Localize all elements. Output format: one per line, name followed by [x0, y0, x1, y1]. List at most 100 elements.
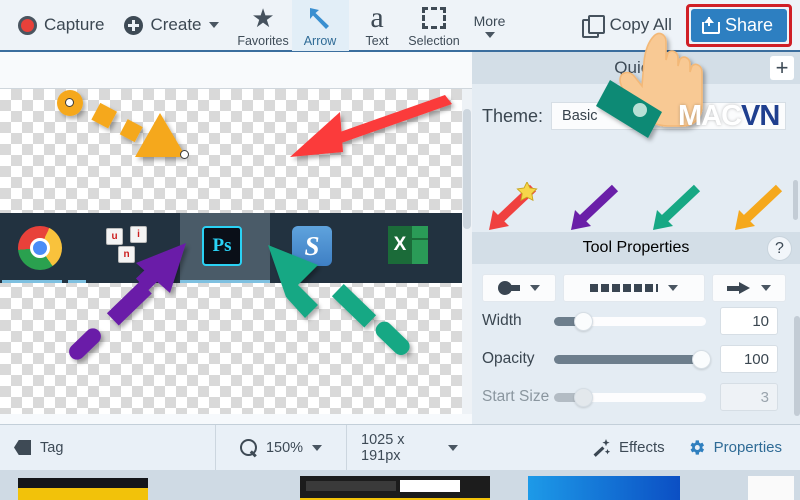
dock-icon-photoshop: Ps [202, 226, 246, 270]
zoom-control[interactable]: 150% [216, 425, 346, 471]
more-label: More [473, 12, 506, 29]
share-button[interactable]: Share [690, 8, 787, 42]
tool-tab-text[interactable]: a Text [349, 0, 406, 51]
more-tools-button[interactable]: More [463, 0, 517, 51]
editing-canvas[interactable]: u i n Ps S X [0, 52, 472, 424]
effects-label: Effects [619, 439, 665, 456]
ad-text-block [306, 481, 396, 491]
panel-bottom-bar: Effects Properties [472, 424, 800, 470]
opacity-value-input[interactable]: 100 [720, 345, 778, 373]
unikey-key-n: n [118, 246, 135, 263]
share-label: Share [724, 14, 773, 35]
end-cap-dropdown[interactable] [712, 274, 786, 302]
quick-panel-title: Quick [614, 58, 658, 77]
search-icon [239, 439, 257, 456]
star-icon: ★ [251, 3, 275, 33]
width-slider-track[interactable] [554, 311, 706, 331]
dashed-selection-icon [422, 3, 447, 33]
quick-style-purple-arrow[interactable] [554, 182, 636, 232]
main-toolbar: Capture Create ★ Favorites Arrow a Text … [0, 0, 800, 52]
tool-tab-text-label: Text [365, 34, 389, 48]
share-highlight-box: Share [685, 3, 792, 47]
help-button[interactable]: ? [767, 236, 792, 261]
dock-icon-chrome [18, 226, 62, 270]
quick-style-orange-arrow[interactable] [718, 182, 800, 232]
quick-style-teal-arrow[interactable] [636, 182, 718, 232]
dash-style-dropdown[interactable] [563, 274, 705, 302]
start-size-slider-knob[interactable] [574, 387, 593, 407]
tool-properties-scrollbar[interactable] [794, 316, 800, 416]
tool-tab-arrow-label: Arrow [303, 34, 337, 48]
arrow-head-icon [727, 282, 751, 294]
add-quick-style-button[interactable]: + [770, 56, 794, 80]
record-dot-icon [18, 15, 37, 35]
dock-running-indicator [68, 280, 86, 283]
chevron-down-icon [312, 444, 323, 451]
quick-style-red-star-arrow[interactable] [472, 182, 554, 232]
width-value-input[interactable]: 10 [720, 307, 778, 335]
dock-icon-snagit: S [292, 226, 336, 270]
excel-sheet-block [412, 226, 428, 264]
tool-tab-strip: ★ Favorites Arrow a Text Selection More [235, 0, 517, 51]
excel-letter: X [388, 226, 412, 264]
chevron-down-icon [761, 285, 771, 291]
background-window-blue [528, 476, 680, 500]
cap-style-dropdown-row [482, 274, 790, 302]
canvas-vertical-scroll-thumb[interactable] [463, 109, 471, 229]
theme-selected-value: Basic [562, 108, 598, 124]
opacity-slider-knob[interactable] [692, 349, 711, 369]
opacity-label: Opacity [482, 350, 535, 367]
canvas-status-bar: Tag 150% 1025 x 191px [0, 424, 472, 471]
tag-button[interactable]: Tag [0, 425, 215, 471]
canvas-size-control[interactable]: 1025 x 191px [347, 425, 472, 471]
unikey-icon: u i n [106, 226, 152, 268]
tag-label: Tag [40, 439, 64, 456]
quick-panel-header: Quick + [472, 52, 800, 84]
tool-tab-favorites[interactable]: ★ Favorites [235, 0, 292, 51]
unikey-key-i: i [130, 226, 147, 243]
toolbar-left-group: Capture Create ★ Favorites Arrow a Text … [0, 0, 517, 51]
canvas-vertical-scrollbar[interactable] [462, 89, 472, 414]
chrome-icon [18, 226, 62, 270]
dock-running-indicator [2, 280, 62, 283]
tool-tab-selection[interactable]: Selection [406, 0, 463, 51]
chevron-down-icon [448, 444, 458, 451]
opacity-slider-track[interactable] [554, 349, 711, 369]
tool-tab-arrow[interactable]: Arrow [291, 0, 349, 51]
copy-all-label: Copy All [609, 15, 672, 34]
capture-button[interactable]: Capture [8, 0, 114, 50]
start-size-slider-row: Start Size 3 [482, 378, 790, 416]
chevron-down-icon [530, 285, 540, 291]
capture-label: Capture [44, 15, 105, 34]
background-window-right [748, 476, 794, 500]
dashed-line-icon [590, 284, 658, 292]
unikey-key-u: u [106, 228, 123, 245]
tool-properties-body: Width 10 Opacity 100 Start Size 3 [472, 264, 800, 416]
width-slider-knob[interactable] [574, 311, 593, 331]
snagit-icon: S [292, 226, 332, 266]
start-size-slider-track[interactable] [554, 387, 706, 407]
chevron-down-icon [668, 285, 678, 291]
properties-label: Properties [713, 439, 782, 456]
photoshop-icon: Ps [202, 226, 242, 266]
chevron-down-icon [208, 22, 219, 28]
create-button[interactable]: Create [114, 0, 228, 50]
start-cap-dropdown[interactable] [482, 274, 556, 302]
copy-all-button[interactable]: Copy All [572, 2, 682, 48]
create-label: Create [150, 15, 202, 34]
start-size-value-input[interactable]: 3 [720, 383, 778, 411]
dock-icon-unikey: u i n [106, 226, 150, 270]
captured-dock-image: u i n Ps S X [0, 213, 462, 283]
effects-button[interactable]: Effects [592, 438, 665, 457]
snagit-editor-window: Capture Create ★ Favorites Arrow a Text … [0, 0, 800, 500]
magic-wand-icon [592, 438, 611, 457]
quick-panel-body: Theme: Basic [472, 84, 800, 232]
theme-select[interactable]: Basic [551, 102, 787, 130]
properties-button[interactable]: Properties [687, 438, 782, 457]
text-a-icon: a [370, 1, 384, 34]
background-desktop-strip [0, 470, 800, 500]
share-upload-icon [701, 16, 720, 34]
quick-panel-scrollbar[interactable] [793, 180, 798, 220]
tool-tab-favorites-label: Favorites [237, 34, 289, 48]
tool-tab-selection-label: Selection [408, 34, 460, 48]
